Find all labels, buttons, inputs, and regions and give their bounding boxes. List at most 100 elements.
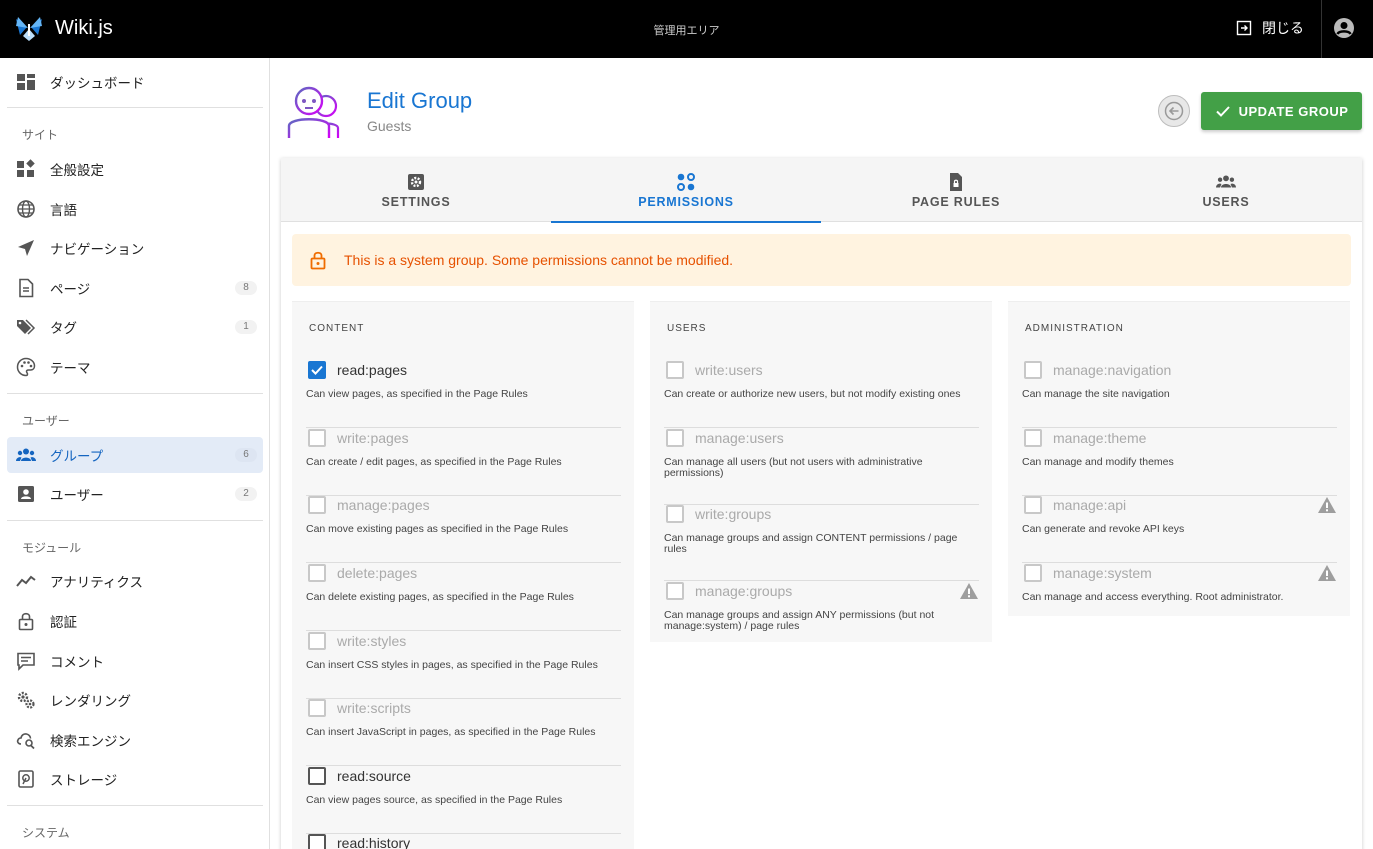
update-group-button[interactable]: UPDATE GROUP <box>1201 92 1362 130</box>
permission-checkbox[interactable] <box>308 496 326 514</box>
sidebar-item-search-engine[interactable]: 検索エンジン <box>7 722 263 758</box>
permissions-icon <box>677 172 695 191</box>
permission-item: read:pages Can view pages, as specified i… <box>306 360 621 428</box>
back-button[interactable] <box>1158 95 1190 127</box>
permission-description: Can manage groups and assign ANY permiss… <box>664 609 935 632</box>
sidebar-item-rendering[interactable]: レンダリング <box>7 682 263 718</box>
permission-row: manage:navigation <box>1022 360 1171 380</box>
permission-description: Can insert CSS styles in pages, as speci… <box>306 659 598 671</box>
topbar-divider <box>1321 0 1322 58</box>
sidebar-item-dashboard[interactable]: ダッシュボード <box>7 64 263 100</box>
permission-row: delete:pages <box>306 563 417 583</box>
permission-checkbox[interactable] <box>1024 361 1042 379</box>
tab-page-rules[interactable]: PAGE RULES <box>821 158 1091 222</box>
sidebar-item-pages[interactable]: ページ 8 <box>7 270 263 306</box>
permission-checkbox[interactable] <box>1024 564 1042 582</box>
sidebar-item-general[interactable]: 全般設定 <box>7 151 263 187</box>
sidebar-item-comments[interactable]: コメント <box>7 643 263 679</box>
permission-name: read:history <box>337 835 411 849</box>
dashboard-widgets-icon <box>15 158 37 180</box>
sidebar-divider <box>7 393 263 394</box>
sidebar-item-navigation[interactable]: ナビゲーション <box>7 230 263 266</box>
account-icon[interactable] <box>1333 17 1355 39</box>
sidebar-item-label: グループ <box>50 449 104 464</box>
permission-row: write:styles <box>306 631 406 651</box>
alert-text: This is a system group. Some permissions… <box>344 252 734 268</box>
close-label: 閉じる <box>1262 20 1304 36</box>
permission-checkbox[interactable] <box>308 767 326 785</box>
page-subtitle: Guests <box>367 118 412 134</box>
tab-settings[interactable]: SETTINGS <box>281 158 551 222</box>
permission-name: manage:navigation <box>1053 362 1172 378</box>
permission-description: Can manage and access everything. Root a… <box>1022 591 1284 603</box>
check-icon <box>1215 106 1230 117</box>
count-badge: 2 <box>235 487 257 501</box>
tab-users[interactable]: USERS <box>1091 158 1361 222</box>
permission-row: read:pages <box>306 360 407 380</box>
permission-column-users: USERS write:users Can create or authorize … <box>650 301 992 642</box>
dashboard-icon <box>15 71 37 93</box>
permission-row: read:source <box>306 766 411 786</box>
permission-item: write:pages Can create / edit pages, as s… <box>306 428 621 496</box>
permission-item: manage:api Can generate and revoke API ke… <box>1022 495 1337 563</box>
permission-checkbox[interactable] <box>308 834 326 849</box>
permission-checkbox[interactable] <box>1024 429 1042 447</box>
group-editor-card: SETTINGS PERMISSIONS PAGE RULES USERS Th… <box>281 158 1362 849</box>
sidebar-item-tags[interactable]: タグ 1 <box>7 309 263 345</box>
permission-checkbox[interactable] <box>666 582 684 600</box>
permission-column-content: CONTENT read:pages Can view pages, as spec… <box>292 301 634 849</box>
arrow-left-icon <box>1164 101 1184 121</box>
permission-checkbox[interactable] <box>666 505 684 523</box>
sidebar-item-theme[interactable]: テーマ <box>7 349 263 385</box>
lock-icon <box>310 251 326 270</box>
permission-row: manage:groups <box>664 581 792 601</box>
permission-item: manage:users Can manage all users (but no… <box>664 428 979 505</box>
permission-row: manage:users <box>664 428 784 448</box>
admin-area-label: 管理用エリア <box>653 25 720 37</box>
analytics-icon <box>15 570 37 592</box>
permission-row: manage:system <box>1022 563 1152 583</box>
permission-checkbox[interactable] <box>1024 496 1042 514</box>
permission-checkbox[interactable] <box>308 632 326 650</box>
permission-description: Can generate and revoke API keys <box>1022 523 1185 535</box>
comment-icon <box>15 650 37 672</box>
sidebar-item-label: ストレージ <box>50 773 118 788</box>
permission-item: manage:navigation Can manage the site nav… <box>1022 360 1337 428</box>
permission-column-administration: ADMINISTRATION manage:navigation Can manag… <box>1008 301 1350 616</box>
sidebar-item-label: ナビゲーション <box>50 242 145 257</box>
tab-permissions[interactable]: PERMISSIONS <box>551 158 821 223</box>
sidebar-item-auth[interactable]: 認証 <box>7 603 263 639</box>
permission-name: manage:theme <box>1053 430 1147 446</box>
permission-item: delete:pages Can delete existing pages, a… <box>306 563 621 631</box>
permission-description: Can manage the site navigation <box>1022 388 1170 400</box>
permission-row: write:groups <box>664 504 771 524</box>
permission-checkbox[interactable] <box>666 429 684 447</box>
system-group-alert: This is a system group. Some permissions… <box>292 234 1351 286</box>
update-label: UPDATE GROUP <box>1238 103 1349 119</box>
permission-checkbox[interactable] <box>308 429 326 447</box>
navigation-icon <box>15 237 37 259</box>
permission-row: write:users <box>664 360 763 380</box>
sidebar-item-language[interactable]: 言語 <box>7 191 263 227</box>
sidebar-divider <box>7 805 263 806</box>
permission-item: manage:groups Can manage groups and assig… <box>664 581 979 641</box>
permission-row: write:scripts <box>306 698 411 718</box>
settings-icon <box>408 173 424 190</box>
permission-name: read:pages <box>337 362 408 378</box>
column-heading: USERS <box>667 323 707 334</box>
permission-checkbox[interactable] <box>308 361 326 379</box>
permission-description: Can manage and modify themes <box>1022 456 1174 468</box>
sidebar-item-users[interactable]: ユーザー 2 <box>7 476 263 512</box>
permission-checkbox[interactable] <box>308 699 326 717</box>
sidebar-item-analytics[interactable]: アナリティクス <box>7 563 263 599</box>
tab-label: PAGE RULES <box>911 194 1001 209</box>
close-admin-button[interactable]: 閉じる <box>1236 14 1304 42</box>
sidebar-item-groups[interactable]: グループ 6 <box>7 437 263 473</box>
permission-checkbox[interactable] <box>666 361 684 379</box>
warning-icon <box>1317 564 1337 582</box>
top-bar: Wiki.js 管理用エリア 閉じる <box>0 0 1373 58</box>
permission-checkbox[interactable] <box>308 564 326 582</box>
sidebar-item-label: 認証 <box>50 615 77 630</box>
sidebar-item-storage[interactable]: ストレージ <box>7 761 263 797</box>
permission-row: manage:api <box>1022 495 1126 515</box>
